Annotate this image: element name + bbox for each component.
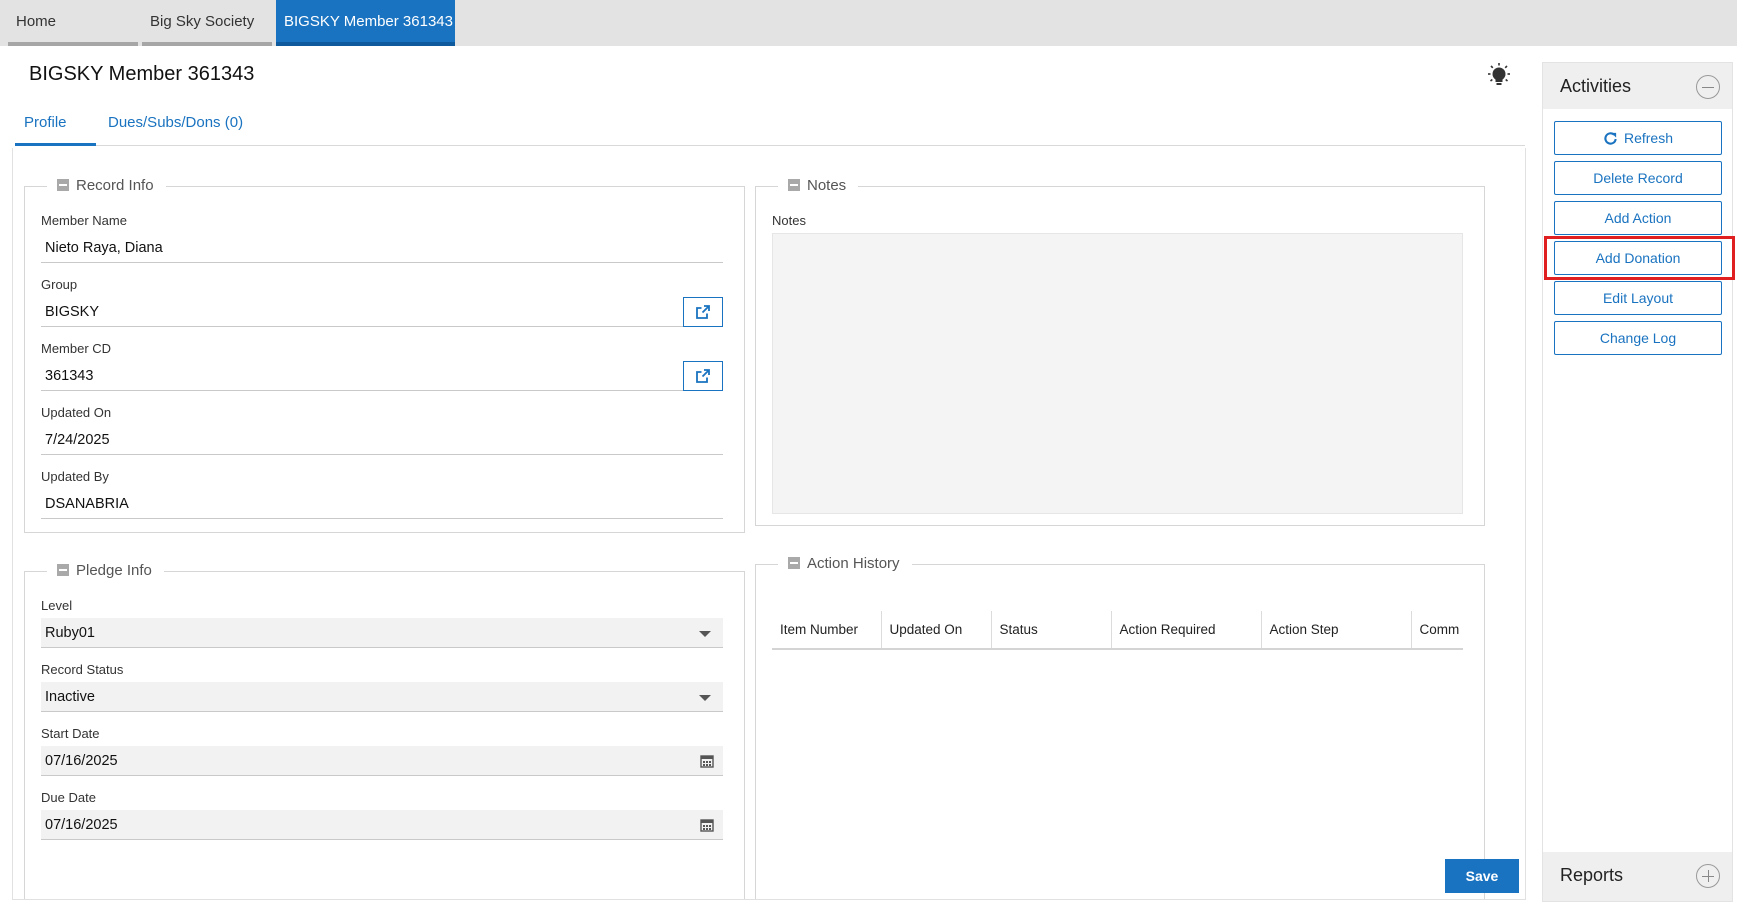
external-link-icon [696, 369, 710, 383]
notes-section: Notes Notes [755, 176, 1485, 526]
updated-on-field[interactable]: 7/24/2025 [41, 425, 723, 455]
pledge-info-legend[interactable]: Pledge Info [47, 561, 164, 581]
column-header-item-number[interactable]: Item Number [772, 611, 881, 650]
column-header-updated-on[interactable]: Updated On [880, 611, 991, 650]
record-status-select[interactable]: Inactive [41, 682, 723, 712]
activities-header: Activities [1543, 63, 1732, 109]
member-name-label: Member Name [41, 213, 127, 228]
external-link-icon [696, 305, 710, 319]
column-header-action-required[interactable]: Action Required [1110, 611, 1261, 650]
collapse-icon[interactable] [57, 564, 69, 576]
expand-icon[interactable] [1696, 864, 1720, 888]
column-header-status[interactable]: Status [990, 611, 1111, 650]
collapse-icon[interactable] [788, 179, 800, 191]
action-history-table: Item Number Updated On Status Action Req… [772, 611, 1463, 650]
collapse-icon[interactable] [57, 179, 69, 191]
delete-record-button[interactable]: Delete Record [1554, 161, 1722, 195]
activities-panel: Activities Refresh Delete Record Add Act… [1542, 62, 1733, 902]
notes-textarea[interactable] [772, 233, 1463, 514]
column-header-action-step[interactable]: Action Step [1260, 611, 1411, 650]
notes-legend[interactable]: Notes [778, 176, 859, 196]
column-header-comments[interactable]: Comm [1410, 611, 1463, 650]
record-status-value: Inactive [45, 689, 95, 705]
add-donation-highlight [1544, 236, 1735, 280]
due-date-value: 07/16/2025 [45, 817, 118, 833]
add-action-button[interactable]: Add Action [1554, 201, 1722, 235]
top-tab-member-record[interactable]: BIGSKY Member 361343 [276, 0, 455, 46]
notes-label: Notes [772, 213, 806, 228]
change-log-button[interactable]: Change Log [1554, 321, 1722, 355]
collapse-icon[interactable] [788, 557, 800, 569]
top-tab-bar: Home Big Sky Society BIGSKY Member 36134… [0, 0, 1737, 46]
updated-on-label: Updated On [41, 405, 112, 420]
action-history-section: Action History Item Number Updated On St… [755, 554, 1485, 899]
top-tab-big-sky-society[interactable]: Big Sky Society [142, 0, 272, 46]
lightbulb-icon[interactable] [1485, 62, 1513, 90]
due-date-field[interactable]: 07/16/2025 [41, 810, 723, 840]
refresh-button[interactable]: Refresh [1554, 121, 1722, 155]
activities-title: Activities [1560, 76, 1632, 96]
profile-content: Record Info Member Name Nieto Raya, Dian… [12, 148, 1526, 900]
level-label: Level [41, 598, 73, 613]
calendar-icon[interactable] [700, 754, 714, 768]
updated-by-field[interactable]: DSANABRIA [41, 489, 723, 519]
start-date-value: 07/16/2025 [45, 753, 118, 769]
pledge-info-section: Pledge Info Level Ruby01 Record Status I… [24, 561, 745, 899]
record-info-section: Record Info Member Name Nieto Raya, Dian… [24, 176, 745, 533]
tab-dues-subs-dons[interactable]: Dues/Subs/Dons (0) [108, 114, 243, 131]
updated-by-label: Updated By [41, 469, 109, 484]
member-name-field[interactable]: Nieto Raya, Diana [41, 233, 723, 263]
member-cd-label: Member CD [41, 341, 112, 356]
start-date-label: Start Date [41, 726, 100, 741]
record-status-label: Record Status [41, 662, 124, 677]
level-value: Ruby01 [45, 625, 95, 641]
group-field[interactable]: BIGSKY [41, 297, 683, 327]
member-cd-field[interactable]: 361343 [41, 361, 683, 391]
save-button[interactable]: Save [1445, 859, 1519, 893]
page-title: BIGSKY Member 361343 [29, 63, 255, 85]
action-history-legend[interactable]: Action History [778, 554, 912, 574]
dropdown-arrow-icon [699, 695, 711, 701]
reports-header[interactable]: Reports [1543, 852, 1732, 901]
dropdown-arrow-icon [699, 631, 711, 637]
tab-divider [15, 145, 1525, 146]
tab-profile[interactable]: Profile [24, 114, 67, 131]
calendar-icon[interactable] [700, 818, 714, 832]
edit-layout-button[interactable]: Edit Layout [1554, 281, 1722, 315]
member-cd-open-link-button[interactable] [683, 361, 723, 391]
reports-title: Reports [1560, 865, 1624, 885]
active-tab-indicator [15, 143, 96, 146]
level-select[interactable]: Ruby01 [41, 618, 723, 648]
start-date-field[interactable]: 07/16/2025 [41, 746, 723, 776]
top-tab-home[interactable]: Home [8, 0, 138, 46]
record-info-legend[interactable]: Record Info [47, 176, 166, 196]
refresh-icon [1604, 131, 1617, 145]
due-date-label: Due Date [41, 790, 96, 805]
group-open-link-button[interactable] [683, 297, 723, 327]
collapse-icon[interactable] [1696, 75, 1720, 99]
group-label: Group [41, 277, 78, 292]
